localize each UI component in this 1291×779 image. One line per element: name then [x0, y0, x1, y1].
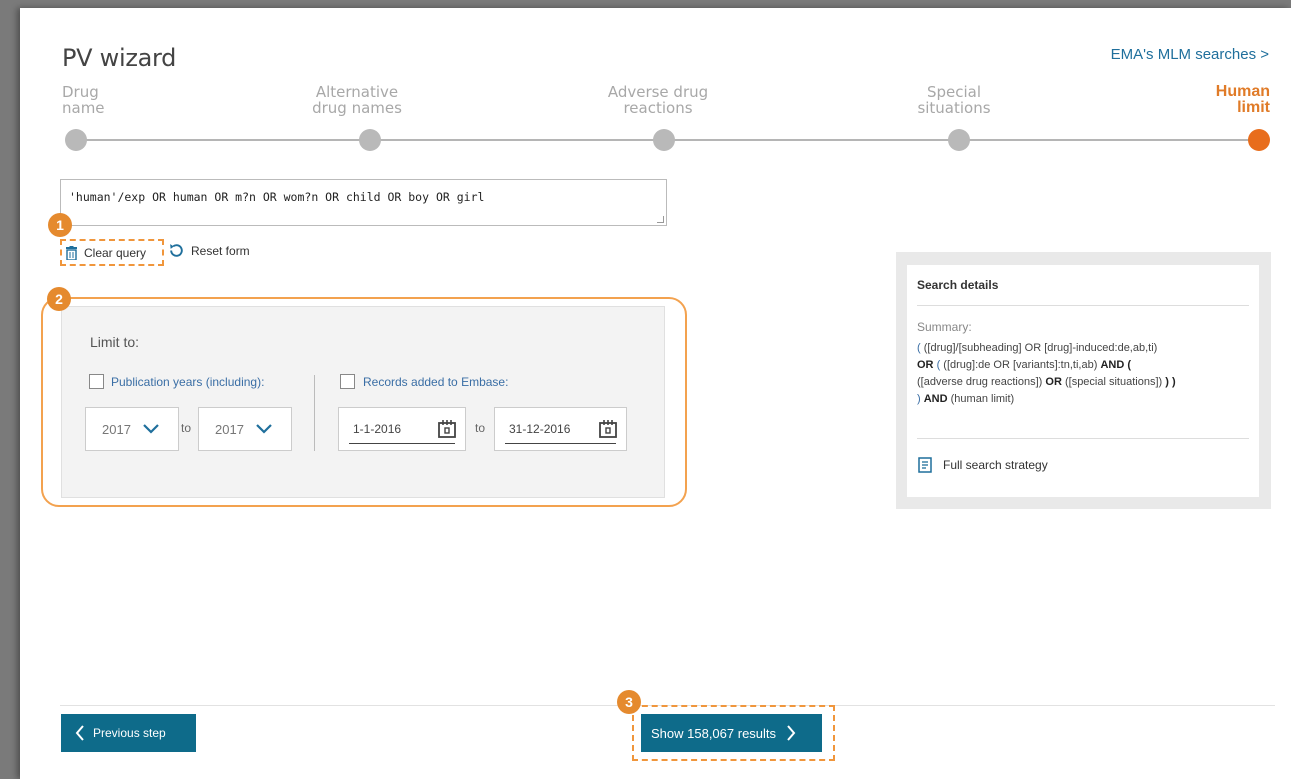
step-dot-special-situations[interactable]	[948, 129, 970, 151]
chevron-down-icon	[143, 424, 159, 434]
summary-paren: (	[936, 359, 941, 371]
summary-operator: OR	[1045, 376, 1062, 388]
year-from-value: 2017	[102, 421, 131, 437]
chevron-left-icon	[75, 725, 84, 741]
summary-term: ([adverse drug reactions])	[917, 376, 1043, 388]
summary-paren: (	[917, 342, 921, 354]
step-label-line: reactions	[623, 99, 693, 117]
date-to-field[interactable]: 31-12-2016	[494, 407, 627, 451]
step-label-line: situations	[917, 99, 991, 117]
summary-term: ([drug]:de OR [variants]:tn,ti,ab)	[943, 359, 1098, 371]
chevron-down-icon	[256, 424, 272, 434]
annotation-badge-2: 2	[47, 287, 71, 311]
summary-line: OR ( ([drug]:de OR [variants]:tn,ti,ab) …	[917, 357, 1252, 374]
step-label-adverse-drug-reactions[interactable]: Adverse drug reactions	[598, 84, 718, 116]
show-results-button[interactable]: Show 158,067 results	[641, 714, 822, 752]
summary-operator: OR	[917, 359, 934, 371]
annotation-badge-1: 1	[48, 213, 72, 237]
calendar-icon[interactable]	[437, 419, 457, 439]
summary-term: ([special situations])	[1064, 376, 1163, 388]
step-label-line: name	[62, 99, 105, 117]
details-divider	[917, 438, 1249, 439]
resize-grip-icon[interactable]	[657, 216, 664, 223]
year-to-select[interactable]: 2017	[198, 407, 292, 451]
summary-label: Summary:	[917, 320, 972, 334]
page-title: PV wizard	[62, 44, 177, 72]
summary-line: ([adverse drug reactions]) OR ([special …	[917, 374, 1252, 391]
clear-query-label: Clear query	[84, 245, 147, 260]
date-underline	[505, 443, 616, 444]
date-to-value: 31-12-2016	[509, 422, 571, 436]
annotation-badge-3: 3	[617, 690, 641, 714]
step-label-human-limit[interactable]: Human limit	[1170, 84, 1270, 116]
date-underline	[349, 443, 455, 444]
limit-title: Limit to:	[90, 334, 140, 350]
step-label-special-situations[interactable]: Special situations	[904, 84, 1004, 116]
year-from-select[interactable]: 2017	[85, 407, 179, 451]
step-label-line: Adverse drug	[607, 83, 709, 101]
reset-icon	[170, 244, 183, 257]
date-from-value: 1-1-2016	[353, 422, 402, 436]
summary-operator: AND (	[1100, 359, 1131, 371]
to-label: to	[475, 421, 486, 435]
calendar-icon[interactable]	[598, 419, 618, 439]
limit-divider	[314, 375, 315, 451]
previous-step-button[interactable]: Previous step	[61, 714, 196, 752]
records-added-checkbox[interactable]	[340, 374, 355, 389]
query-textarea[interactable]: 'human'/exp OR human OR m?n OR wom?n OR …	[60, 179, 667, 226]
step-label-line: drug names	[312, 99, 402, 117]
app-window: PV wizard EMA's MLM searches > Drug name…	[20, 8, 1291, 779]
show-results-label: Show 158,067 results	[651, 725, 777, 741]
summary-operator: AND	[923, 393, 948, 405]
summary-term: (human limit)	[950, 393, 1015, 405]
clear-query-button[interactable]: Clear query	[60, 239, 164, 266]
search-details-title: Search details	[917, 278, 999, 292]
document-icon	[918, 457, 932, 473]
step-label-line: Alternative	[315, 83, 399, 101]
details-divider	[917, 305, 1249, 306]
full-search-strategy-label: Full search strategy	[943, 458, 1048, 472]
summary-operator: ) )	[1165, 376, 1176, 388]
date-from-field[interactable]: 1-1-2016	[338, 407, 466, 451]
publication-years-checkbox[interactable]	[89, 374, 104, 389]
summary-term: ([drug]/[subheading] OR [drug]-induced:d…	[923, 342, 1158, 354]
trash-icon	[66, 245, 77, 260]
step-label-line: Drug	[62, 83, 99, 101]
step-label-line: Special	[926, 83, 982, 101]
step-dot-adverse-drug-reactions[interactable]	[653, 129, 675, 151]
step-label-alternative-drug-names[interactable]: Alternative drug names	[302, 84, 412, 116]
summary-line: ) AND (human limit)	[917, 391, 1252, 408]
step-label-line: Human	[1215, 83, 1270, 100]
previous-step-label: Previous step	[93, 726, 166, 740]
summary-line: ( ([drug]/[subheading] OR [drug]-induced…	[917, 340, 1252, 357]
chevron-right-icon	[787, 725, 796, 741]
query-text: 'human'/exp OR human OR m?n OR wom?n OR …	[69, 190, 485, 204]
step-label-line: limit	[1237, 99, 1270, 116]
ema-mlm-searches-link[interactable]: EMA's MLM searches >	[1111, 46, 1269, 63]
reset-form-button[interactable]: Reset form	[168, 242, 250, 259]
step-dot-drug-name[interactable]	[65, 129, 87, 151]
year-to-value: 2017	[215, 421, 244, 437]
step-label-drug-name[interactable]: Drug name	[62, 84, 105, 116]
limit-panel	[61, 306, 665, 498]
records-added-label[interactable]: Records added to Embase:	[363, 375, 508, 389]
publication-years-label[interactable]: Publication years (including):	[111, 375, 264, 389]
to-label: to	[181, 421, 192, 435]
step-dot-alternative-drug-names[interactable]	[359, 129, 381, 151]
summary-paren: )	[917, 393, 921, 405]
reset-form-label: Reset form	[191, 243, 250, 258]
full-search-strategy-link[interactable]: Full search strategy	[917, 457, 1048, 473]
step-dot-human-limit[interactable]	[1248, 129, 1270, 151]
summary-text: ( ([drug]/[subheading] OR [drug]-induced…	[917, 340, 1252, 408]
